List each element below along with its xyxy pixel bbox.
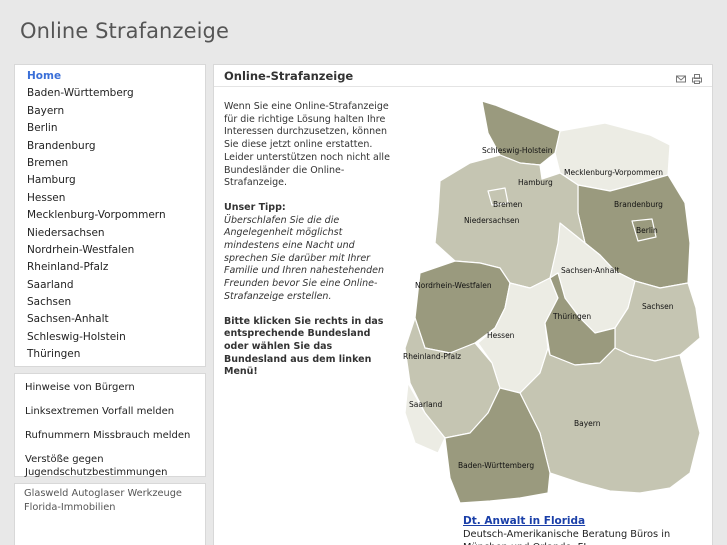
nav-item-home[interactable]: Home <box>15 68 205 85</box>
nav-item-hessen[interactable]: Hessen <box>15 190 205 207</box>
map-label-brandenburg: Brandenburg <box>614 200 663 209</box>
map-label-rheinland-pfalz: Rheinland-Pfalz <box>403 352 461 361</box>
nav-item-baden-wuerttemberg[interactable]: Baden-Württemberg <box>15 85 205 102</box>
nav-item-jugendschutz[interactable]: Verstöße gegen Jugendschutzbestimmungen <box>15 451 205 481</box>
nav-item-brandenburg[interactable]: Brandenburg <box>15 138 205 155</box>
map-label-sachsen-anhalt: Sachsen-Anhalt <box>561 266 619 275</box>
map-label-hamburg: Hamburg <box>518 178 553 187</box>
nav-item-hinweise[interactable]: Hinweise von Bürgern <box>15 379 205 396</box>
map-label-mecklenburg-vorpommern: Mecklenburg-Vorpommern <box>564 168 663 177</box>
nav-item-berlin[interactable]: Berlin <box>15 120 205 137</box>
tip-text: Überschlafen Sie die die Angelegenheit m… <box>224 214 385 302</box>
nav-item-rufnummern[interactable]: Rufnummern Missbrauch melden <box>15 427 205 444</box>
ad-link-text: Deutsch-Amerikanische Beratung Büros in … <box>463 529 671 545</box>
site-title: Online Strafanzeige <box>20 19 229 43</box>
intro-text: Wenn Sie eine Online-Strafanzeige für di… <box>224 101 394 391</box>
secondary-nav: Hinweise von Bürgern Linksextremen Vorfa… <box>14 373 206 478</box>
map-label-nordrhein-westfalen: Nordrhein-Westfalen <box>415 281 492 290</box>
map-label-baden-wuerttemberg: Baden-Württemberg <box>458 461 534 470</box>
map-label-berlin: Berlin <box>636 226 658 235</box>
nav-item-mecklenburg-vorpommern[interactable]: Mecklenburg-Vorpommern <box>15 207 205 224</box>
map-label-niedersachsen: Niedersachsen <box>464 216 520 225</box>
map-label-bremen: Bremen <box>493 200 523 209</box>
germany-map: Schleswig-Holstein Hamburg Mecklenburg-V… <box>403 100 701 504</box>
map-label-hessen: Hessen <box>487 331 515 340</box>
intro-paragraph: Wenn Sie eine Online-Strafanzeige für di… <box>224 101 390 189</box>
map-label-thueringen: Thüringen <box>552 312 591 321</box>
nav-item-sachsen[interactable]: Sachsen <box>15 294 205 311</box>
nav-item-thueringen[interactable]: Thüringen <box>15 346 205 363</box>
nav-item-niedersachsen[interactable]: Niedersachsen <box>15 225 205 242</box>
ad-link-glasweld[interactable]: Glasweld Autoglaser Werkzeuge <box>24 487 196 501</box>
nav-item-hamburg[interactable]: Hamburg <box>15 172 205 189</box>
map-label-schleswig-holstein: Schleswig-Holstein <box>482 146 553 155</box>
instruction-text: Bitte klicken Sie rechts in das entsprec… <box>224 315 384 378</box>
page-title: Online-Strafanzeige <box>214 65 712 87</box>
map-label-sachsen: Sachsen <box>642 302 674 311</box>
email-icon[interactable] <box>676 69 686 83</box>
state-schleswig-holstein[interactable] <box>481 100 561 166</box>
ad-link-florida-immobilien[interactable]: Florida-Immobilien <box>24 501 196 515</box>
tip-title: Unser Tipp: <box>224 201 286 213</box>
map-label-saarland: Saarland <box>409 400 442 409</box>
nav-item-nordrhein-westfalen[interactable]: Nordrhein-Westfalen <box>15 242 205 259</box>
print-icon[interactable] <box>692 69 702 84</box>
nav-item-saarland[interactable]: Saarland <box>15 277 205 294</box>
nav-item-sachsen-anhalt[interactable]: Sachsen-Anhalt <box>15 311 205 328</box>
nav-item-schleswig-holstein[interactable]: Schleswig-Holstein <box>15 329 205 346</box>
nav-item-rheinland-pfalz[interactable]: Rheinland-Pfalz <box>15 259 205 276</box>
nav-item-bayern[interactable]: Bayern <box>15 103 205 120</box>
tip-block: Unser Tipp: Überschlafen Sie die die Ang… <box>224 202 394 304</box>
state-nav: Home Baden-Württemberg Bayern Berlin Bra… <box>14 64 206 367</box>
ads-panel: Glasweld Autoglaser Werkzeuge Florida-Im… <box>14 483 206 545</box>
map-label-bayern: Bayern <box>574 419 601 428</box>
ad-link-anwalt-florida[interactable]: Dt. Anwalt in Florida <box>463 515 585 527</box>
main-content: Online-Strafanzeige Wenn Sie eine Online… <box>213 64 713 545</box>
nav-item-bremen[interactable]: Bremen <box>15 155 205 172</box>
sponsored-link: Dt. Anwalt in Florida Deutsch-Amerikanis… <box>463 515 712 545</box>
page-tools <box>676 69 702 84</box>
nav-item-linksextrem[interactable]: Linksextremen Vorfall melden <box>15 403 205 420</box>
